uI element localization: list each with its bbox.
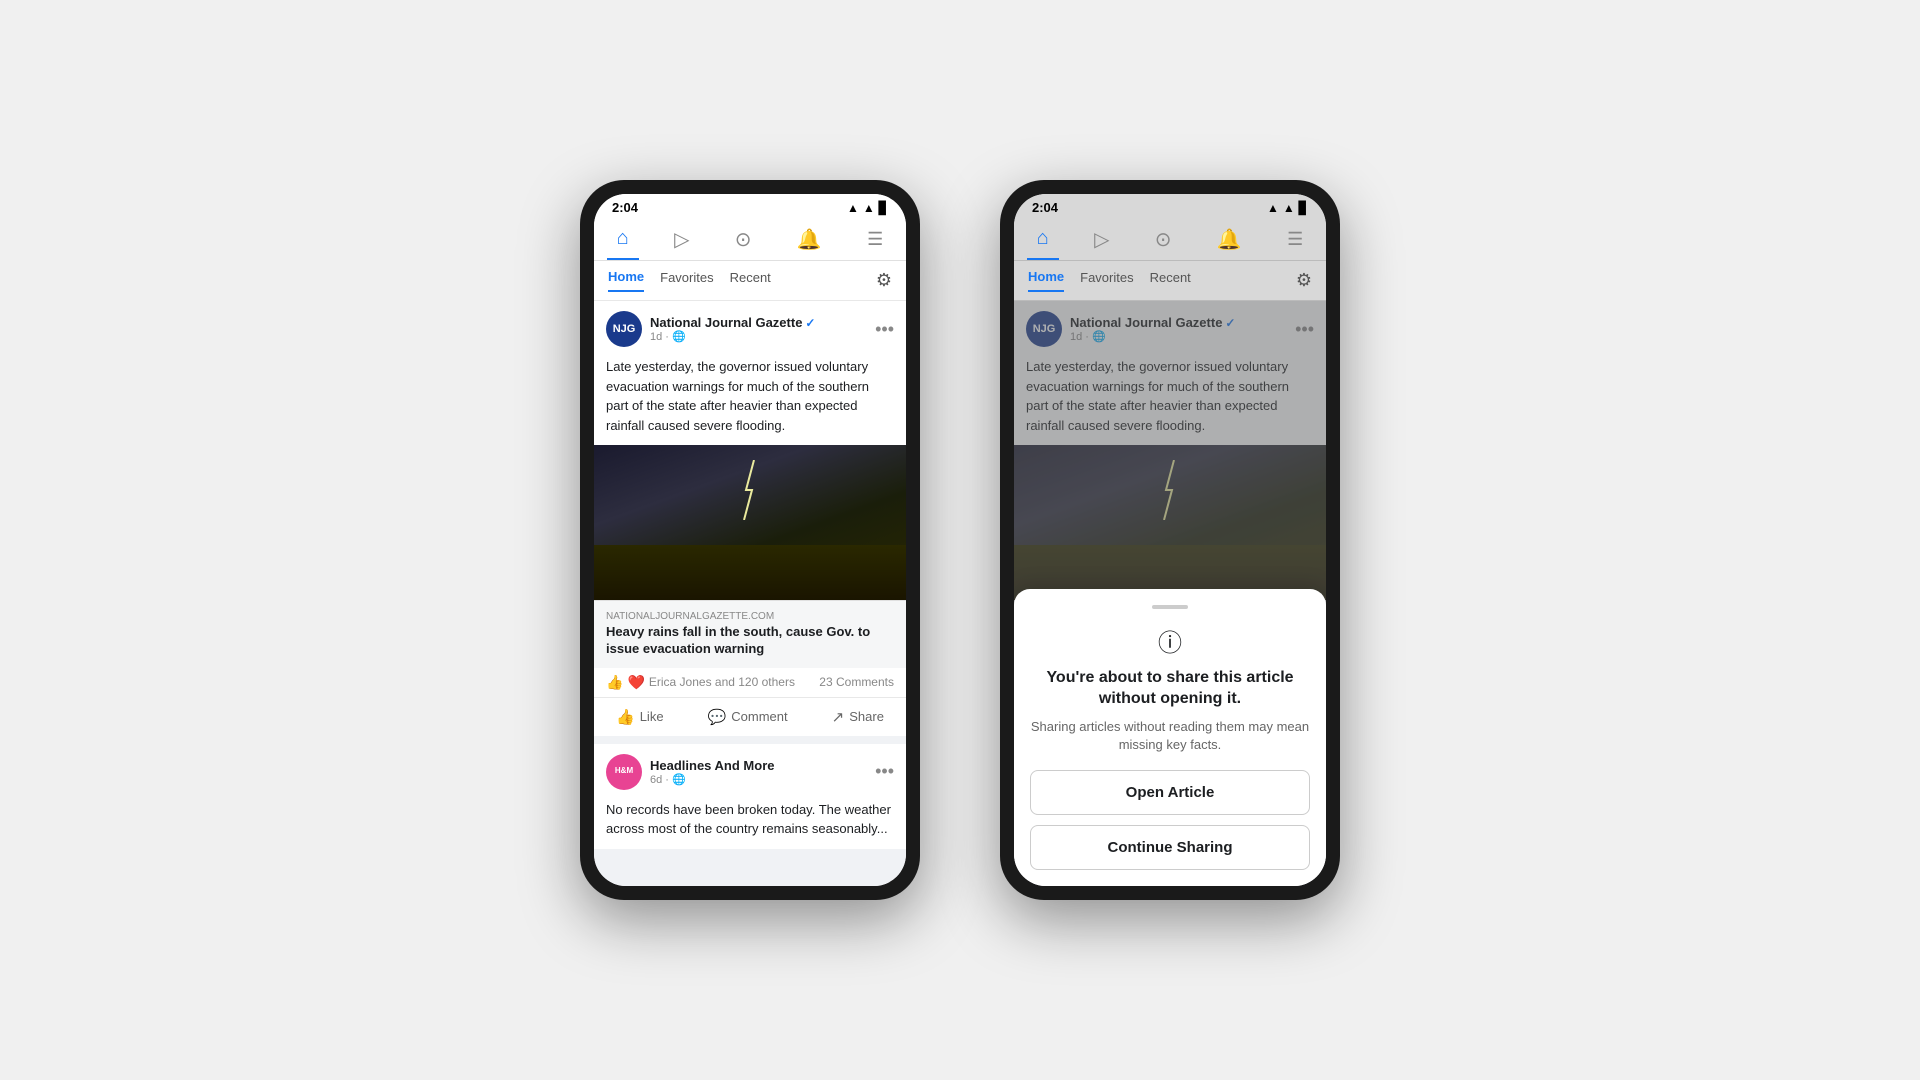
watch-icon-right: ▷ xyxy=(1094,227,1109,252)
open-article-button[interactable]: Open Article xyxy=(1030,770,1310,815)
watch-icon-left: ▷ xyxy=(674,227,689,252)
modal-overlay xyxy=(1014,301,1326,626)
post-meta-left: National Journal Gazette ✓ 1d · 🌐 xyxy=(650,315,875,343)
phone-right: 2:04 ▲ ▲ ▊ ⌂ ▷ ⊙ 🔔 xyxy=(1000,180,1340,900)
nav-watch-left[interactable]: ▷ xyxy=(664,227,699,260)
bell-icon-left: 🔔 xyxy=(797,227,822,252)
battery-icon-right: ▊ xyxy=(1299,201,1308,215)
post-card-left: NJG National Journal Gazette ✓ 1d · 🌐 ••… xyxy=(594,301,906,736)
nav-home-left[interactable]: ⌂ xyxy=(607,227,639,260)
like-action-left[interactable]: 👍 Like xyxy=(604,702,676,732)
comments-count-left: 23 Comments xyxy=(819,675,894,689)
menu-icon-left: ☰ xyxy=(867,229,883,250)
phone-left: 2:04 ▲ ▲ ▊ ⌂ ▷ ⊙ 🔔 xyxy=(580,180,920,900)
time-right: 2:04 xyxy=(1032,200,1058,215)
status-bar-left: 2:04 ▲ ▲ ▊ xyxy=(594,194,906,219)
post-text-left: Late yesterday, the governor issued volu… xyxy=(594,353,906,445)
groups-icon-left: ⊙ xyxy=(735,227,752,252)
tab-home-right[interactable]: Home xyxy=(1028,269,1064,292)
avatar-njg-left: NJG xyxy=(606,311,642,347)
filter-icon-right[interactable]: ⚙ xyxy=(1296,270,1312,291)
modal-info-icon: ⓘ xyxy=(1030,623,1310,658)
comment-action-left[interactable]: 💬 Comment xyxy=(696,702,800,732)
filter-icon-left[interactable]: ⚙ xyxy=(876,270,892,291)
post-reactions-left: 👍 ❤️ Erica Jones and 120 others 23 Comme… xyxy=(594,668,906,698)
tab-favorites-left[interactable]: Favorites xyxy=(660,270,713,291)
heart-emoji-left: ❤️ xyxy=(627,674,644,691)
reaction-count-left: Erica Jones and 120 others xyxy=(649,675,795,689)
status-icons-right: ▲ ▲ ▊ xyxy=(1267,201,1308,215)
post-time-2-left: 6d · 🌐 xyxy=(650,773,875,786)
signal-icon: ▲ xyxy=(847,201,859,215)
modal-drag-handle xyxy=(1152,605,1188,609)
fb-nav-left: ⌂ ▷ ⊙ 🔔 ☰ xyxy=(594,219,906,261)
status-bar-right: 2:04 ▲ ▲ ▊ xyxy=(1014,194,1326,219)
nav-watch-right[interactable]: ▷ xyxy=(1084,227,1119,260)
wifi-icon-right: ▲ xyxy=(1283,201,1295,215)
home-icon-left: ⌂ xyxy=(617,227,629,250)
link-source-left: NATIONALJOURNALGAZETTE.COM xyxy=(606,611,894,622)
share-action-left[interactable]: ↗ Share xyxy=(820,702,896,732)
menu-icon-right: ☰ xyxy=(1287,229,1303,250)
status-icons-left: ▲ ▲ ▊ xyxy=(847,201,888,215)
post-author-2-left: Headlines And More xyxy=(650,758,875,773)
more-dots-left[interactable]: ••• xyxy=(875,319,894,340)
storm-image-left xyxy=(594,445,906,600)
feed-right: NJG National Journal Gazette ✓ 1d · 🌐 ••… xyxy=(1014,301,1326,886)
feed-left: NJG National Journal Gazette ✓ 1d · 🌐 ••… xyxy=(594,301,906,886)
signal-icon-right: ▲ xyxy=(1267,201,1279,215)
tab-recent-right[interactable]: Recent xyxy=(1150,270,1191,291)
verified-badge-left: ✓ xyxy=(805,316,815,330)
nav-groups-right[interactable]: ⊙ xyxy=(1145,227,1182,260)
like-emoji-left: 👍 xyxy=(606,674,623,691)
modal-subtitle: Sharing articles without reading them ma… xyxy=(1030,718,1310,754)
fb-tabs-right: Home Favorites Recent ⚙ xyxy=(1014,261,1326,301)
avatar-headlines-left: H&M xyxy=(606,754,642,790)
more-dots-2-left[interactable]: ••• xyxy=(875,761,894,782)
post-text-2-left: No records have been broken today. The w… xyxy=(594,796,906,849)
like-icon-left: 👍 xyxy=(616,708,635,726)
continue-sharing-button[interactable]: Continue Sharing xyxy=(1030,825,1310,870)
tab-recent-left[interactable]: Recent xyxy=(730,270,771,291)
fb-nav-right: ⌂ ▷ ⊙ 🔔 ☰ xyxy=(1014,219,1326,261)
share-icon-left: ↗ xyxy=(832,708,845,726)
groups-icon-right: ⊙ xyxy=(1155,227,1172,252)
modal-title: You're about to share this article witho… xyxy=(1030,668,1310,710)
bell-icon-right: 🔔 xyxy=(1217,227,1242,252)
reaction-emojis-left: 👍 ❤️ Erica Jones and 120 others xyxy=(606,674,795,691)
post-meta-2-left: Headlines And More 6d · 🌐 xyxy=(650,758,875,786)
comment-icon-left: 💬 xyxy=(708,708,727,726)
post-card-2-left: H&M Headlines And More 6d · 🌐 ••• No rec… xyxy=(594,744,906,849)
modal-sheet: ⓘ You're about to share this article wit… xyxy=(1014,589,1326,886)
link-title-left: Heavy rains fall in the south, cause Gov… xyxy=(606,624,894,658)
wifi-icon: ▲ xyxy=(863,201,875,215)
post-header-2-left: H&M Headlines And More 6d · 🌐 ••• xyxy=(594,744,906,796)
nav-menu-left[interactable]: ☰ xyxy=(857,229,893,258)
nav-groups-left[interactable]: ⊙ xyxy=(725,227,762,260)
nav-bell-right[interactable]: 🔔 xyxy=(1207,227,1252,260)
nav-bell-left[interactable]: 🔔 xyxy=(787,227,832,260)
home-icon-right: ⌂ xyxy=(1037,227,1049,250)
post-time-left: 1d · 🌐 xyxy=(650,330,875,343)
post-actions-left: 👍 Like 💬 Comment ↗ Share xyxy=(594,698,906,736)
tab-home-left[interactable]: Home xyxy=(608,269,644,292)
nav-menu-right[interactable]: ☰ xyxy=(1277,229,1313,258)
nav-home-right[interactable]: ⌂ xyxy=(1027,227,1059,260)
fb-tabs-left: Home Favorites Recent ⚙ xyxy=(594,261,906,301)
battery-icon: ▊ xyxy=(879,201,888,215)
phones-container: 2:04 ▲ ▲ ▊ ⌂ ▷ ⊙ 🔔 xyxy=(580,180,1340,900)
time-left: 2:04 xyxy=(612,200,638,215)
post-author-left: National Journal Gazette ✓ xyxy=(650,315,875,330)
post-header-left: NJG National Journal Gazette ✓ 1d · 🌐 ••… xyxy=(594,301,906,353)
tab-favorites-right[interactable]: Favorites xyxy=(1080,270,1133,291)
link-preview-left: NATIONALJOURNALGAZETTE.COM Heavy rains f… xyxy=(594,600,906,668)
